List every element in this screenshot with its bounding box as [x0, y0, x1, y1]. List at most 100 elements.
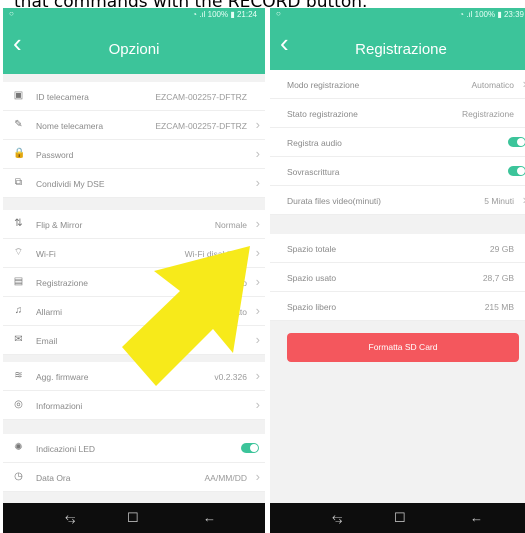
calendar-icon: ▤: [13, 276, 24, 287]
settings-row-data-ora[interactable]: ◷ Data Ora AA/MM/DD ›: [3, 463, 265, 492]
row-label: Allarmi: [36, 307, 62, 317]
notification-dot-icon: ○: [276, 9, 281, 18]
clock-time: 23:39: [503, 10, 524, 19]
settings-row-sovrascrittura[interactable]: Sovrascrittura: [270, 157, 525, 186]
battery-level: 100%: [474, 10, 496, 19]
row-label: Informazioni: [36, 401, 83, 411]
page-title: Opzioni: [108, 41, 160, 58]
row-label: Spazio totale: [287, 244, 337, 254]
recent-apps-icon[interactable]: ⥃: [65, 510, 75, 526]
home-icon[interactable]: ☐: [394, 510, 406, 526]
page-title: Registrazione: [355, 41, 447, 58]
android-nav-bar: ⥃ ☐ ←: [270, 503, 525, 533]
row-label: Condividi My DSE: [36, 179, 105, 189]
settings-row-stato-registrazione[interactable]: Stato registrazione Registrazione: [270, 99, 525, 128]
toggle-switch-on[interactable]: [508, 166, 525, 176]
yellow-pointer-arrow: [122, 246, 250, 386]
layers-icon: ≋: [14, 370, 23, 381]
led-icon: ✺: [14, 442, 23, 453]
chevron-right-icon: ›: [255, 469, 260, 484]
row-label: Modo registrazione: [287, 80, 360, 90]
notification-dot-icon: ○: [9, 9, 14, 18]
home-icon[interactable]: ☐: [127, 510, 139, 526]
row-label: Spazio usato: [287, 273, 337, 283]
row-label: Nome telecamera: [36, 121, 104, 131]
settings-row-informazioni[interactable]: ◎ Informazioni ›: [3, 391, 265, 420]
settings-row-nome-telecamera[interactable]: ✎ Nome telecamera EZCAM-002257-DFTRZ ›: [3, 111, 265, 140]
row-label: ID telecamera: [36, 92, 89, 102]
settings-row-password[interactable]: 🔒 Password ›: [3, 140, 265, 169]
battery-level: 100%: [207, 10, 229, 19]
settings-row-flip-mirror[interactable]: ⇅ Flip & Mirror Normale ›: [3, 210, 265, 239]
chevron-right-icon: ›: [255, 274, 260, 289]
row-value: EZCAM-002257-DFTRZ: [155, 92, 247, 102]
chevron-right-icon: ›: [255, 175, 260, 190]
lock-icon: 🔒: [13, 148, 26, 159]
chevron-right-icon: ›: [255, 216, 260, 231]
status-bar: ○ ◔ .ıl 100% ▮ 21:24: [3, 8, 265, 22]
row-label: Registrazione: [36, 278, 88, 288]
row-label: Sovrascrittura: [287, 167, 340, 177]
row-value: 28,7 GB: [482, 273, 514, 283]
phone-screen-recording: ○ ◔ .ıl 100% ▮ 23:39 ‹ Registrazione Mod…: [270, 8, 525, 533]
status-bar: ○ ◔ .ıl 100% ▮ 23:39: [270, 8, 525, 22]
settings-row-id-telecamera[interactable]: ▣ ID telecamera EZCAM-002257-DFTRZ: [3, 82, 265, 111]
row-label: Data Ora: [36, 473, 71, 483]
edit-icon: ✎: [14, 119, 23, 130]
alarm-icon: ♫: [14, 305, 23, 316]
back-icon[interactable]: ←: [470, 510, 483, 525]
wifi-icon: ⌔: [13, 247, 24, 258]
share-icon: ⧉: [14, 177, 23, 188]
settings-row-spazio-libero[interactable]: Spazio libero 215 MB: [270, 292, 525, 321]
row-value: AA/MM/DD: [204, 473, 248, 483]
settings-section-led: ✺ Indicazioni LED ◷ Data Ora AA/MM/DD ›: [3, 434, 265, 492]
status-right: ◔ .ıl 100% ▮ 23:39: [459, 10, 524, 19]
back-icon[interactable]: ←: [203, 510, 216, 525]
chevron-right-icon: ›: [255, 368, 260, 383]
phone-screen-options: ○ ◔ .ıl 100% ▮ 21:24 ‹ Opzioni ▣ ID telec…: [3, 8, 265, 533]
flip-icon: ⇅: [14, 218, 23, 229]
recent-apps-icon[interactable]: ⥃: [332, 510, 342, 526]
recording-settings-section: Modo registrazioneAutomatico›Stato regis…: [270, 70, 525, 215]
row-value: EZCAM-002257-DFTRZ: [155, 121, 247, 131]
row-label: Password: [36, 150, 74, 160]
chevron-right-icon: ›: [255, 303, 260, 318]
row-value: Normale: [214, 220, 247, 230]
settings-row-durata-files-video-minuti[interactable]: Durata files video(minuti)5 Minuti›: [270, 186, 525, 215]
settings-section-camera: ▣ ID telecamera EZCAM-002257-DFTRZ ✎ Nome te…: [3, 82, 265, 198]
mail-icon: ✉: [14, 334, 23, 345]
settings-row-spazio-totale[interactable]: Spazio totale 29 GB: [270, 234, 525, 263]
row-label: Spazio libero: [287, 302, 337, 312]
row-value: Automatico: [471, 80, 514, 90]
storage-section: Spazio totale 29 GB Spazio usato 28,7 GB Spa…: [270, 234, 525, 321]
chevron-right-icon: ›: [255, 332, 260, 347]
settings-row-condividi-my-dse[interactable]: ⧉ Condividi My DSE ›: [3, 169, 265, 198]
row-label: Agg. firmware: [36, 372, 89, 382]
settings-row-indicazioni-led[interactable]: ✺ Indicazioni LED: [3, 434, 265, 463]
row-label: Stato registrazione: [287, 109, 358, 119]
row-value: 29 GB: [489, 244, 514, 254]
format-sd-card-button[interactable]: Formatta SD Card: [287, 333, 519, 362]
chevron-right-icon: ›: [255, 245, 260, 260]
info-icon: ◎: [14, 399, 23, 410]
row-label: Flip & Mirror: [36, 220, 83, 230]
settings-row-registra-audio[interactable]: Registra audio: [270, 128, 525, 157]
row-value: 5 Minuti: [484, 196, 514, 206]
row-label: Wi-Fi: [36, 249, 56, 259]
toggle-switch-on[interactable]: [241, 443, 259, 453]
toggle-switch-on[interactable]: [508, 137, 525, 147]
app-bar: ‹ Registrazione: [270, 22, 525, 74]
signal-icon: ◔ .ıl: [459, 10, 475, 19]
row-label: Registra audio: [287, 138, 342, 148]
settings-row-spazio-usato[interactable]: Spazio usato 28,7 GB: [270, 263, 525, 292]
clock-time: 21:24: [236, 10, 257, 19]
android-nav-bar: ⥃ ☐ ←: [3, 503, 265, 533]
chevron-right-icon: ›: [255, 397, 260, 412]
row-label: Durata files video(minuti): [287, 196, 382, 206]
id-card-icon: ▣: [13, 90, 24, 101]
row-label: Indicazioni LED: [36, 444, 96, 454]
row-label: Email: [36, 336, 58, 346]
status-right: ◔ .ıl 100% ▮ 21:24: [192, 10, 257, 19]
settings-row-modo-registrazione[interactable]: Modo registrazioneAutomatico›: [270, 70, 525, 99]
signal-icon: ◔ .ıl: [192, 10, 208, 19]
